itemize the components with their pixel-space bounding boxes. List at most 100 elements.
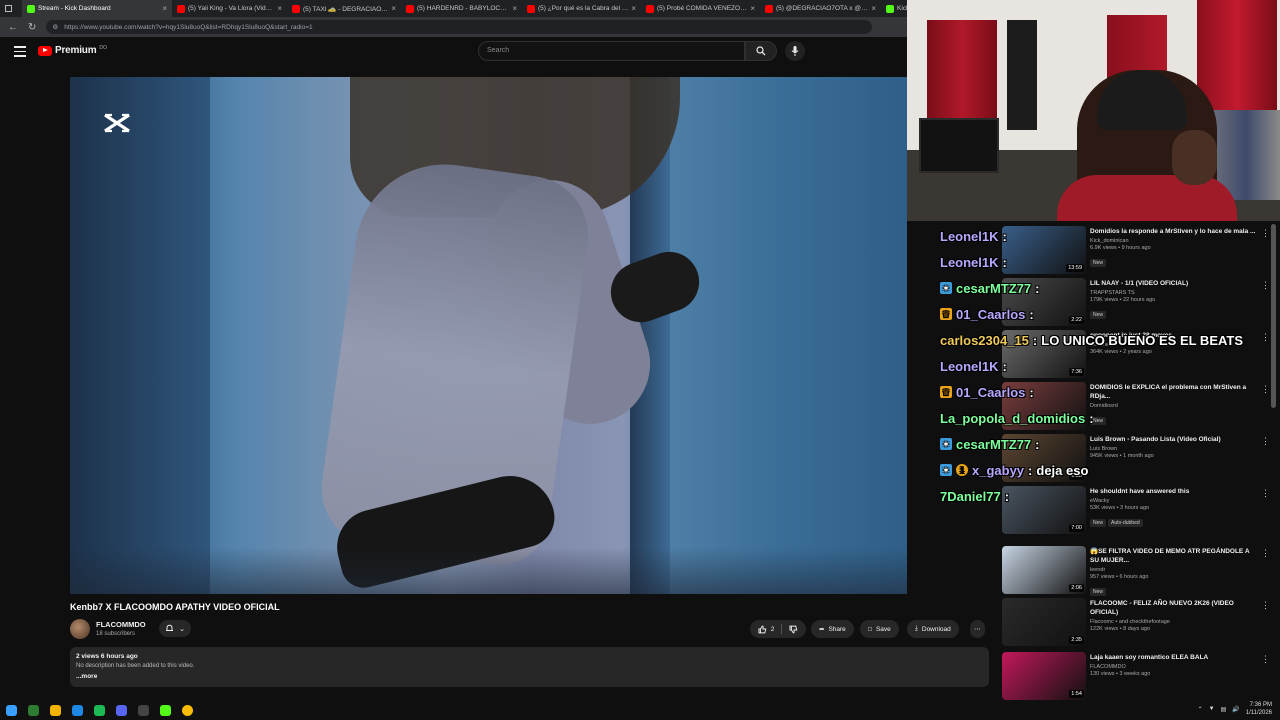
- more-vertical-icon[interactable]: ⋮: [1261, 228, 1270, 239]
- recommendation-title[interactable]: FLACOOMC - FELIZ AÑO NUEVO 2K26 (VIDEO O…: [1090, 599, 1260, 617]
- sidebar-scrollbar[interactable]: [1271, 224, 1276, 408]
- recommendation-channel[interactable]: TRAPPSTARS TS: [1090, 290, 1260, 296]
- menu-icon[interactable]: [14, 46, 26, 60]
- more-vertical-icon[interactable]: ⋮: [1261, 488, 1270, 499]
- recommendation-item[interactable]: 2:22 LIL NAAY - 1/1 (VIDEO OFICIAL) TRAPPS…: [1002, 278, 1270, 328]
- recommendation-channel[interactable]: Kick_dominican: [1090, 238, 1260, 244]
- tab-actions-icon[interactable]: [0, 0, 22, 17]
- chat-username[interactable]: cesarMTZ77: [956, 281, 1031, 296]
- more-vertical-icon[interactable]: ⋮: [1261, 280, 1270, 291]
- voice-search-button[interactable]: [785, 41, 805, 61]
- save-button[interactable]: □ Save: [860, 620, 899, 638]
- address-bar[interactable]: ⚙ https://www.youtube.com/watch?v=hqy1Sl…: [46, 20, 873, 34]
- recommendation-title[interactable]: Domidios la responde a MrStiven y lo hac…: [1090, 227, 1260, 236]
- recommendation-channel[interactable]: Flacoomc • and checkthefootage: [1090, 619, 1260, 625]
- recommendation-item[interactable]: 2:06 😱SE FILTRA VIDEO DE MEMO ATR PEGÁNDO…: [1002, 546, 1270, 596]
- spotify-icon[interactable]: [88, 700, 110, 720]
- chat-username[interactable]: 01_Caarlos: [956, 307, 1025, 322]
- channel-name[interactable]: FLACOMMDO: [96, 620, 146, 629]
- download-button[interactable]: ⤓ Download: [907, 620, 959, 638]
- discord-icon[interactable]: [110, 700, 132, 720]
- recommendation-item[interactable]: 2:35 FLACOOMC - FELIZ AÑO NUEVO 2K26 (VID…: [1002, 598, 1270, 648]
- close-tab-icon[interactable]: ×: [750, 4, 755, 13]
- recommendation-item[interactable]: 1:54 Laja kaaen soy romantico ELEA BALA FL…: [1002, 652, 1270, 702]
- chat-separator: :: [1002, 358, 1007, 374]
- browser-tab[interactable]: (5) Probé COMIDA VENEZOLANA ×: [641, 0, 760, 17]
- site-info-icon[interactable]: ⚙: [52, 23, 58, 31]
- close-tab-icon[interactable]: ×: [391, 4, 396, 13]
- windows-icon[interactable]: [0, 700, 22, 720]
- recommendation-thumbnail[interactable]: 13:59: [1002, 226, 1086, 274]
- more-vertical-icon[interactable]: ⋮: [1261, 654, 1270, 665]
- recommendation-title[interactable]: Laja kaaen soy romantico ELEA BALA: [1090, 653, 1260, 662]
- recommendation-thumbnail[interactable]: 1:54: [1002, 652, 1086, 700]
- search-input[interactable]: Search: [478, 41, 745, 61]
- chat-username[interactable]: x_gabyy: [972, 463, 1024, 478]
- browser-tab[interactable]: (5) TAXI 🚕 - DEGRACIAO 7OTA×: [287, 0, 401, 17]
- back-icon[interactable]: ←: [8, 22, 18, 33]
- chat-username[interactable]: 7Daniel77: [940, 489, 1001, 504]
- thumbs-up-icon[interactable]: [758, 625, 767, 634]
- close-tab-icon[interactable]: ×: [277, 4, 282, 13]
- subscribed-button[interactable]: ⌄: [159, 620, 191, 637]
- recommendation-title[interactable]: LIL NAAY - 1/1 (VIDEO OFICIAL): [1090, 279, 1260, 288]
- more-vertical-icon[interactable]: ⋮: [1261, 600, 1270, 611]
- more-vertical-icon[interactable]: ⋮: [1261, 436, 1270, 447]
- chat-username[interactable]: carlos2304_15: [940, 333, 1029, 348]
- recommendation-thumbnail[interactable]: 2:06: [1002, 546, 1086, 594]
- description-box[interactable]: 2 views 6 hours ago No description has b…: [70, 647, 989, 687]
- browser-tab[interactable]: (5) HARDENRD - BABYLOCCA(Vi...×: [401, 0, 522, 17]
- thumbs-down-icon[interactable]: [789, 625, 798, 634]
- usb-icon[interactable]: ▼: [1209, 706, 1215, 712]
- close-tab-icon[interactable]: ×: [512, 4, 517, 13]
- recommendation-title[interactable]: Luis Brown - Pasando Lista (Video Oficia…: [1090, 435, 1260, 444]
- chat-username[interactable]: Leonel1K: [940, 359, 999, 374]
- chat-username[interactable]: 01_Caarlos: [956, 385, 1025, 400]
- recommendation-channel[interactable]: FLACOMMDO: [1090, 664, 1260, 670]
- recommendation-item[interactable]: 7:00 He shouldnt have answered this eWacky…: [1002, 486, 1270, 536]
- chevron-up-icon[interactable]: ⌃: [1198, 706, 1203, 713]
- more-vertical-icon[interactable]: ⋮: [1261, 548, 1270, 559]
- recommendation-info: Luis Brown - Pasando Lista (Video Oficia…: [1090, 435, 1260, 459]
- more-actions-button[interactable]: ⋯: [970, 620, 985, 638]
- recommendation-item[interactable]: 13:59 Domidios la responde a MrStiven y l…: [1002, 226, 1270, 276]
- browser-tab[interactable]: Stream - Kick Dashboard ×: [22, 0, 172, 17]
- reload-icon[interactable]: ↻: [28, 22, 36, 33]
- recommendation-title[interactable]: DOMIDIOS le EXPLICA el problema con MrSt…: [1090, 383, 1260, 401]
- chat-username[interactable]: La_popola_d_domidios: [940, 411, 1085, 426]
- volume-icon[interactable]: 🔊: [1232, 706, 1239, 713]
- show-more-link[interactable]: ...more: [76, 673, 983, 680]
- chrome-icon[interactable]: [176, 700, 198, 720]
- browser-tab[interactable]: (5) Yaii King - Va Llora (Video Ofi...×: [172, 0, 287, 17]
- recommendation-channel[interactable]: Domidiosrd: [1090, 403, 1260, 409]
- close-tab-icon[interactable]: ×: [162, 4, 167, 13]
- edge-icon[interactable]: [66, 700, 88, 720]
- channel-avatar[interactable]: [70, 619, 90, 639]
- network-icon[interactable]: ▤: [1221, 706, 1227, 713]
- video-player[interactable]: [70, 77, 907, 594]
- kick-icon[interactable]: [154, 700, 176, 720]
- more-vertical-icon[interactable]: ⋮: [1261, 332, 1270, 343]
- chat-username[interactable]: cesarMTZ77: [956, 437, 1031, 452]
- recommendation-thumbnail[interactable]: 7:00: [1002, 486, 1086, 534]
- close-tab-icon[interactable]: ×: [871, 4, 876, 13]
- share-button[interactable]: ➦ Share: [811, 620, 854, 638]
- recommendation-title[interactable]: 😱SE FILTRA VIDEO DE MEMO ATR PEGÁNDOLE A…: [1090, 547, 1260, 565]
- youtube-logo[interactable]: Premium DO: [38, 45, 107, 56]
- more-vertical-icon[interactable]: ⋮: [1261, 384, 1270, 395]
- clock[interactable]: 7:36 PM 1/11/2026: [1246, 701, 1272, 717]
- search-button[interactable]: [745, 41, 777, 61]
- chat-username[interactable]: Leonel1K: [940, 229, 999, 244]
- explorer-icon[interactable]: [44, 700, 66, 720]
- browser-tab[interactable]: (5) ¿Por qué es la Cabra del Drill? ×: [522, 0, 641, 17]
- chat-username[interactable]: Leonel1K: [940, 255, 999, 270]
- obs-icon[interactable]: [132, 700, 154, 720]
- browser-tab[interactable]: (5) @DEGRACIAO7OTA x @BLIZZ...×: [760, 0, 881, 17]
- recommendation-title[interactable]: He shouldnt have answered this: [1090, 487, 1260, 496]
- recommendation-channel[interactable]: leendr: [1090, 567, 1260, 573]
- terminal-icon[interactable]: [22, 700, 44, 720]
- recommendation-channel[interactable]: Luis Brown: [1090, 446, 1260, 452]
- close-tab-icon[interactable]: ×: [631, 4, 636, 13]
- recommendation-thumbnail[interactable]: 2:35: [1002, 598, 1086, 646]
- recommendation-channel[interactable]: eWacky: [1090, 498, 1260, 504]
